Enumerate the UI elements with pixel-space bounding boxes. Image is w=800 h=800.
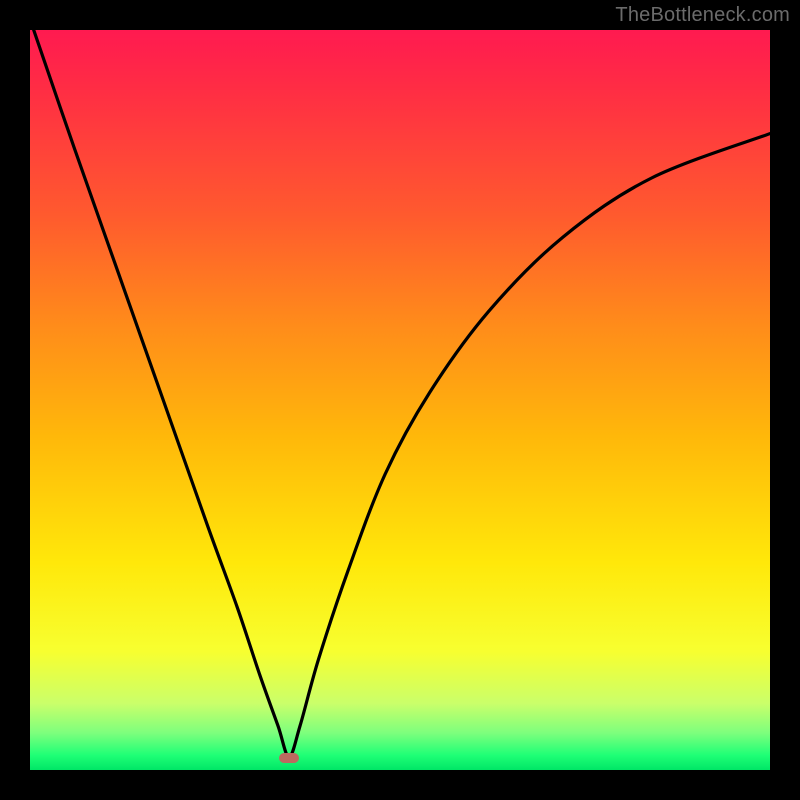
- chart-frame: TheBottleneck.com: [0, 0, 800, 800]
- minimum-marker: [279, 753, 299, 763]
- curve-svg: [30, 30, 770, 770]
- plot-area: [30, 30, 770, 770]
- bottleneck-curve: [34, 30, 770, 757]
- watermark-text: TheBottleneck.com: [615, 4, 790, 27]
